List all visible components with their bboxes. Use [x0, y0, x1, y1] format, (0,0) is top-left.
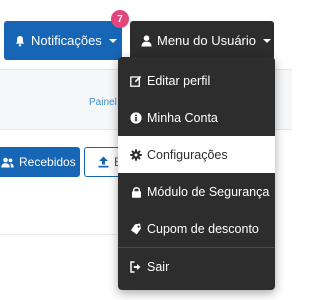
tag-icon — [130, 223, 142, 235]
menu-item-my-account[interactable]: Minha Conta — [118, 99, 275, 136]
menu-item-label: Editar perfil — [147, 73, 211, 88]
user-dropdown-menu: Editar perfil Minha Conta Configurações … — [118, 57, 275, 290]
lock-icon — [130, 186, 142, 198]
breadcrumb-link[interactable]: Painel — [89, 97, 117, 108]
chevron-down-icon — [263, 38, 271, 43]
notification-count-badge: 7 — [111, 10, 129, 28]
menu-item-logout[interactable]: Sair — [118, 248, 275, 285]
menu-item-edit-profile[interactable]: Editar perfil — [118, 62, 275, 99]
menu-item-label: Módulo de Segurança — [147, 184, 270, 199]
user-menu-button[interactable]: Menu do Usuário — [130, 21, 274, 60]
info-icon — [130, 111, 142, 124]
menu-item-label: Minha Conta — [147, 110, 218, 125]
chevron-down-icon — [108, 38, 117, 43]
menu-item-security-module[interactable]: Módulo de Segurança — [118, 173, 275, 210]
menu-item-label: Sair — [147, 259, 170, 274]
notifications-button[interactable]: Notificações — [4, 21, 122, 60]
menu-item-discount-coupon[interactable]: Cupom de desconto — [118, 210, 275, 247]
users-icon — [1, 157, 14, 167]
edit-icon — [130, 75, 142, 87]
menu-item-label: Configurações — [147, 147, 228, 162]
menu-item-settings[interactable]: Configurações — [118, 136, 275, 173]
notifications-label: Notificações — [31, 33, 102, 48]
received-button[interactable]: Recebidos — [0, 147, 80, 177]
upload-icon — [98, 156, 109, 168]
user-menu-label: Menu do Usuário — [157, 33, 256, 48]
received-label: Recebidos — [19, 155, 76, 169]
menu-item-label: Cupom de desconto — [147, 221, 259, 236]
sign-out-icon — [130, 260, 142, 273]
bell-icon — [15, 35, 25, 46]
content-divider — [0, 234, 120, 235]
gear-icon — [130, 148, 142, 161]
user-icon — [141, 34, 152, 46]
